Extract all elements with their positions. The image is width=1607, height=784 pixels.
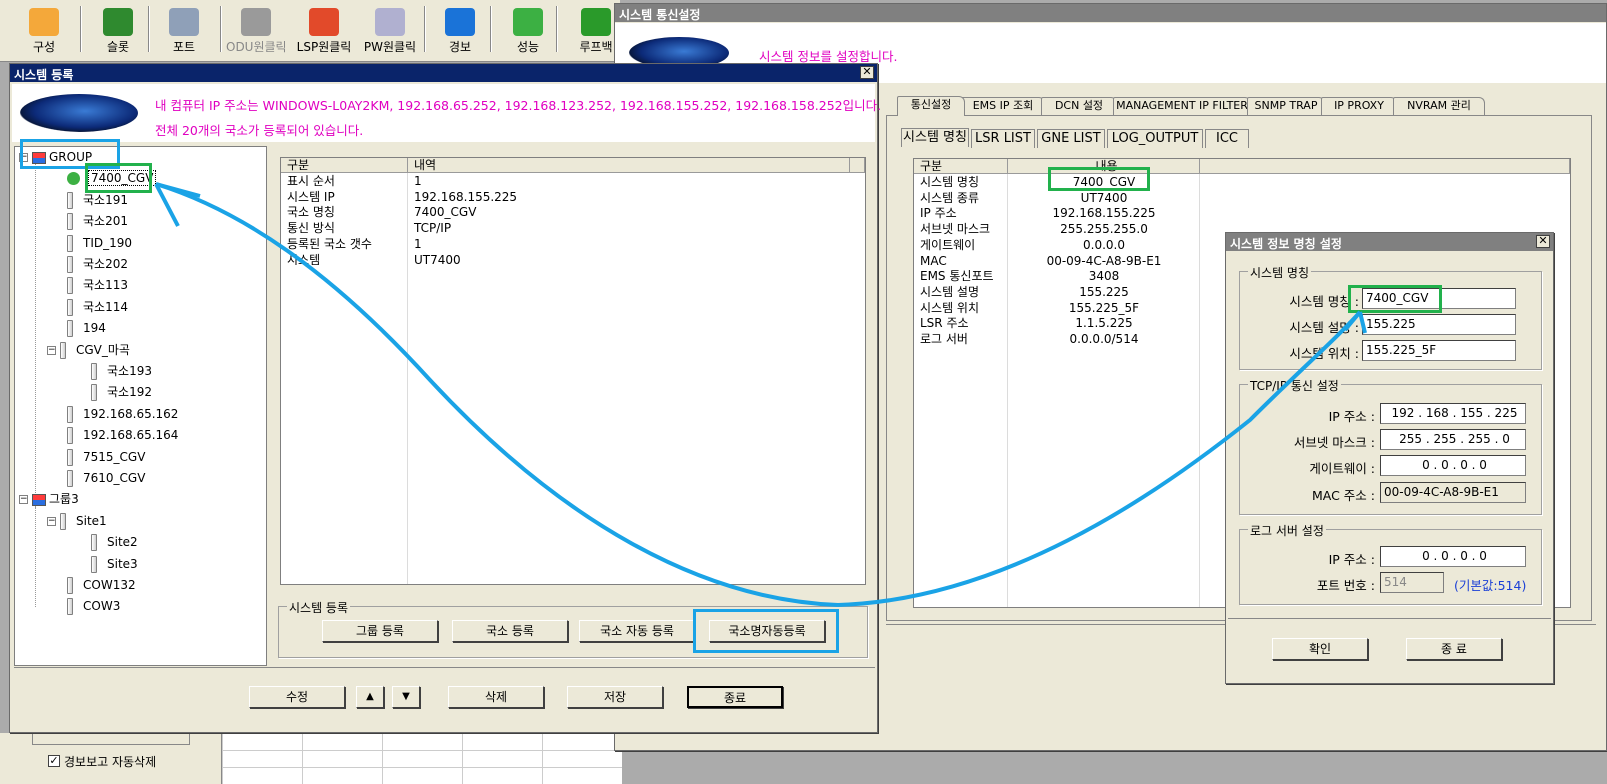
arrow-to-tree-curve [155, 182, 839, 607]
arrow-to-dialog-curve [837, 310, 1362, 607]
arrow-to-tree-head [154, 182, 201, 227]
annotation-arrows [154, 182, 1367, 607]
comm-tab-0[interactable]: 통신설정 [897, 96, 965, 116]
